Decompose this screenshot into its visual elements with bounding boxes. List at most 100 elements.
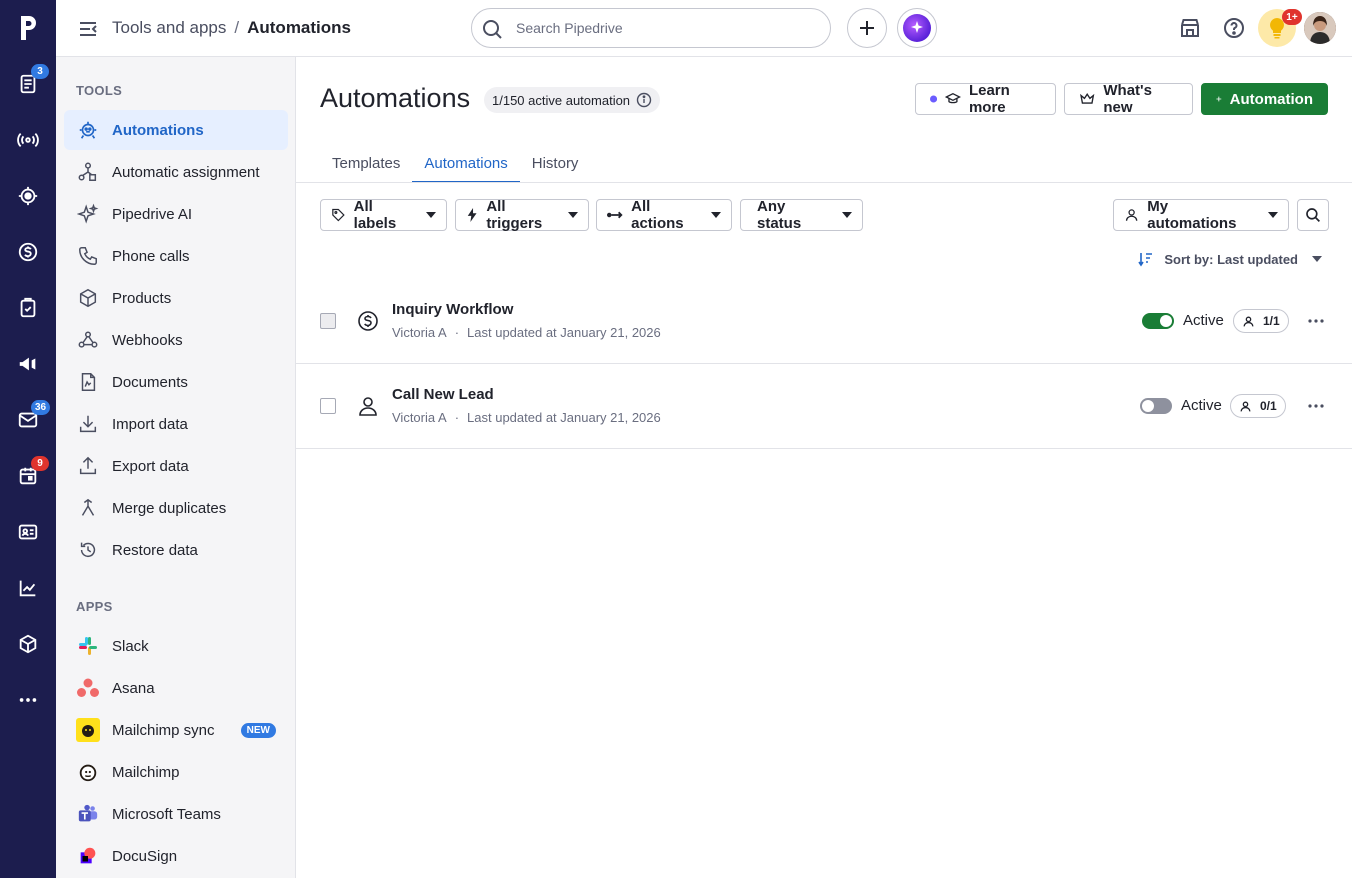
sidebar-item-products[interactable]: Products xyxy=(64,278,288,318)
users-count: 1/1 xyxy=(1263,314,1280,328)
breadcrumb-tools-and-apps[interactable]: Tools and apps xyxy=(112,18,226,38)
sidebar-item-label: Mailchimp xyxy=(112,763,180,781)
rail-leads-badge: 3 xyxy=(31,64,49,79)
dollar-icon xyxy=(358,311,378,331)
sidebar-item-mailchimp[interactable]: Mailchimp xyxy=(64,752,288,792)
automation-title[interactable]: Inquiry Workflow xyxy=(392,301,513,318)
rail-mail-badge: 36 xyxy=(31,400,51,415)
mailchimp-sync-icon xyxy=(76,718,100,742)
left-rail: 3 36 9 xyxy=(0,0,56,878)
person-icon xyxy=(1125,209,1138,221)
teams-icon xyxy=(76,802,100,826)
sort-control[interactable]: Sort by: Last updated xyxy=(1138,251,1322,267)
owner-filter[interactable]: My automations xyxy=(1113,198,1289,232)
search-input[interactable]: Search Pipedrive xyxy=(471,8,831,48)
search-automations-button[interactable] xyxy=(1297,199,1329,231)
ai-sparkle-icon xyxy=(903,14,931,42)
rail-insights-icon[interactable] xyxy=(0,566,56,610)
breadcrumb-automations: Automations xyxy=(247,18,351,37)
sidebar-item-restore-data[interactable]: Restore data xyxy=(64,530,288,570)
rail-contacts-icon[interactable] xyxy=(0,510,56,554)
rail-mail-icon[interactable]: 36 xyxy=(0,398,56,442)
meta-separator: · xyxy=(454,410,460,425)
row-checkbox[interactable] xyxy=(320,398,336,414)
search-icon xyxy=(483,20,502,39)
breadcrumb: Tools and apps / Automations xyxy=(112,18,351,38)
tab-history[interactable]: History xyxy=(520,145,591,183)
new-badge: NEW xyxy=(240,722,276,738)
crown-icon xyxy=(1080,92,1095,104)
rail-tasks-icon[interactable] xyxy=(0,286,56,330)
sidebar-item-automatic-assignment[interactable]: Automatic assignment xyxy=(64,152,288,192)
sidebar-item-merge-duplicates[interactable]: Merge duplicates xyxy=(64,488,288,528)
row-checkbox[interactable] xyxy=(320,313,336,329)
automation-row[interactable]: Call New Lead Victoria A · Last updated … xyxy=(296,364,1352,449)
tools-section-title: TOOLS xyxy=(76,83,123,98)
rail-deals-icon[interactable] xyxy=(0,118,56,162)
marketplace-icon[interactable] xyxy=(1178,16,1202,40)
sidebar-item-phone-calls[interactable]: Phone calls xyxy=(64,236,288,276)
visibility-badge[interactable]: 0/1 xyxy=(1230,394,1286,418)
mailchimp-icon xyxy=(76,760,100,784)
sidebar-item-slack[interactable]: Slack xyxy=(64,626,288,666)
person-icon xyxy=(1243,316,1254,326)
automation-title[interactable]: Call New Lead xyxy=(392,386,494,403)
collapse-menu-icon[interactable] xyxy=(76,17,100,41)
sidebar-item-pipedrive-ai[interactable]: Pipedrive AI xyxy=(64,194,288,234)
plus-icon xyxy=(1216,96,1222,102)
sidebar-item-docusign[interactable]: DocuSign xyxy=(64,836,288,876)
sidebar-item-label: Webhooks xyxy=(112,331,183,349)
sidebar-item-webhooks[interactable]: Webhooks xyxy=(64,320,288,360)
rail-more-icon[interactable] xyxy=(0,678,56,722)
sidebar-item-microsoft-teams[interactable]: Microsoft Teams xyxy=(64,794,288,834)
learn-more-button[interactable]: Learn more xyxy=(915,82,1056,116)
automation-meta: Victoria A · Last updated at January 21,… xyxy=(392,325,661,340)
tab-templates[interactable]: Templates xyxy=(320,145,412,183)
automation-row[interactable]: Inquiry Workflow Victoria A · Last updat… xyxy=(296,279,1352,364)
actions-filter[interactable]: All actions xyxy=(596,198,732,232)
phone-icon xyxy=(76,244,100,268)
more-options-icon[interactable] xyxy=(1304,309,1328,333)
automation-owner: Victoria A xyxy=(392,410,447,425)
rail-leads-icon[interactable]: 3 xyxy=(0,62,56,106)
whats-new-button[interactable]: What's new xyxy=(1064,82,1193,116)
help-icon[interactable] xyxy=(1222,16,1246,40)
upload-icon xyxy=(76,454,100,478)
main-content: Automations 1/150 active automation Lear… xyxy=(296,57,1352,878)
automation-updated: Last updated at January 21, 2026 xyxy=(467,410,661,425)
add-automation-button[interactable]: Automation xyxy=(1201,83,1328,115)
active-toggle[interactable] xyxy=(1140,398,1172,414)
sidebar-item-export-data[interactable]: Export data xyxy=(64,446,288,486)
user-avatar[interactable] xyxy=(1304,12,1336,44)
sidebar-item-label: Documents xyxy=(112,373,188,391)
toggle-knob xyxy=(1142,400,1154,412)
search-placeholder: Search Pipedrive xyxy=(516,20,623,36)
quick-add-button[interactable] xyxy=(847,8,887,48)
tab-automations[interactable]: Automations xyxy=(412,145,520,183)
rail-dollar-icon[interactable] xyxy=(0,230,56,274)
status-filter[interactable]: Any status xyxy=(740,198,863,232)
status-dot-icon xyxy=(930,95,938,103)
labels-filter[interactable]: All labels xyxy=(320,198,447,232)
more-options-icon[interactable] xyxy=(1304,394,1328,418)
active-toggle[interactable] xyxy=(1142,313,1174,329)
sidebar-item-import-data[interactable]: Import data xyxy=(64,404,288,444)
pipedrive-logo[interactable] xyxy=(0,0,56,56)
rail-calendar-icon[interactable]: 9 xyxy=(0,454,56,498)
visibility-badge[interactable]: 1/1 xyxy=(1233,309,1289,333)
ai-assistant-button[interactable] xyxy=(897,8,937,48)
rail-target-icon[interactable] xyxy=(0,174,56,218)
info-icon[interactable] xyxy=(636,92,652,108)
sidebar-item-documents[interactable]: Documents xyxy=(64,362,288,402)
merge-icon xyxy=(76,496,100,520)
triggers-filter[interactable]: All triggers xyxy=(455,198,589,232)
rail-products-icon[interactable] xyxy=(0,622,56,666)
sidebar-item-label: Products xyxy=(112,289,172,307)
robot-icon xyxy=(76,118,100,142)
sidebar-item-asana[interactable]: Asana xyxy=(64,668,288,708)
sidebar-item-automations[interactable]: Automations xyxy=(64,110,288,150)
tools-sidebar: TOOLS Automations Automatic assignment P… xyxy=(56,57,296,878)
labels-filter-label: All labels xyxy=(353,198,397,232)
sidebar-item-mailchimp-sync[interactable]: Mailchimp sync NEW xyxy=(64,710,288,750)
rail-campaigns-icon[interactable] xyxy=(0,342,56,386)
